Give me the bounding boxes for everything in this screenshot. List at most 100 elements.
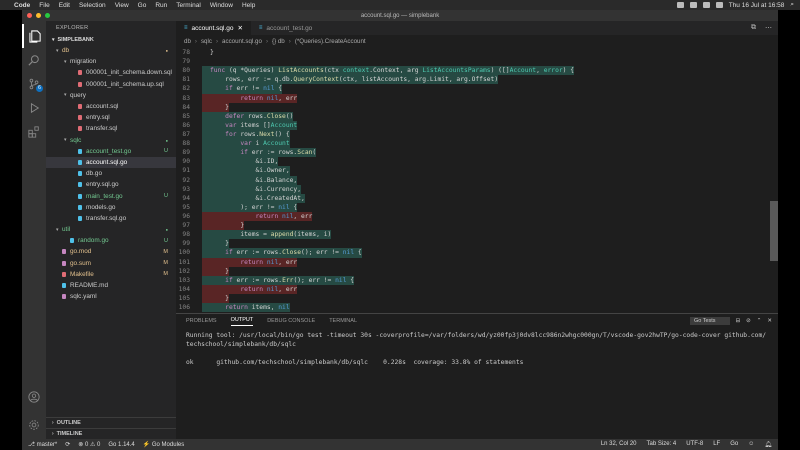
tree-file[interactable]: account_test.go U xyxy=(46,146,176,157)
chevron-right-icon: › xyxy=(52,420,54,426)
zoom-window-button[interactable] xyxy=(45,13,50,18)
lock-scroll-icon[interactable]: ⊟ xyxy=(736,318,741,324)
spotlight-icon[interactable]: ⌕ xyxy=(790,1,794,9)
editor-tab[interactable]: ≡ account_test.go xyxy=(251,21,320,35)
split-editor-icon[interactable]: ⧉ xyxy=(751,24,756,32)
tree-folder[interactable]: ▾ db ● xyxy=(46,45,176,56)
sync-icon[interactable]: ⟳ xyxy=(65,441,70,448)
file-icon xyxy=(62,260,66,266)
line-number: 102 xyxy=(178,267,190,275)
code-text: if err := rows.Err(); err != nil { xyxy=(202,275,355,285)
tree-folder[interactable]: ▾ sqlc ● xyxy=(46,135,176,146)
code-line: 98 items = append(items, i) xyxy=(176,230,778,240)
menu-item-window[interactable]: Window xyxy=(210,2,233,9)
menu-item-go[interactable]: Go xyxy=(138,2,147,9)
extensions-icon[interactable] xyxy=(22,120,46,144)
output-log[interactable]: Running tool: /usr/local/bin/go test -ti… xyxy=(176,328,778,367)
tree-file[interactable]: 000001_init_schema.up.sql xyxy=(46,79,176,90)
status-tray-icon[interactable] xyxy=(689,2,697,8)
tree-file[interactable]: transfer.sql.go xyxy=(46,213,176,224)
wifi-icon[interactable] xyxy=(702,2,710,8)
more-actions-icon[interactable]: ⋯ xyxy=(765,24,772,32)
account-icon[interactable] xyxy=(22,385,46,409)
breadcrumb-item[interactable]: account.sql.go xyxy=(222,38,262,45)
tree-file[interactable]: main_test.go U xyxy=(46,190,176,201)
git-status-badge: M xyxy=(163,248,168,255)
editor-scrollbar[interactable] xyxy=(770,201,778,261)
tree-folder[interactable]: ▾ query xyxy=(46,90,176,101)
panel-tab-output[interactable]: OUTPUT xyxy=(230,317,254,326)
tree-file[interactable]: go.sum M xyxy=(46,258,176,269)
close-icon[interactable]: ✕ xyxy=(237,24,242,32)
tree-file[interactable]: Makefile M xyxy=(46,269,176,280)
breadcrumb-item[interactable]: {} db xyxy=(272,38,285,45)
tree-file[interactable]: account.sql xyxy=(46,101,176,112)
output-channel-select[interactable]: Go Tests xyxy=(689,317,730,325)
search-icon[interactable] xyxy=(22,48,46,72)
tree-folder[interactable]: ▾ migration xyxy=(46,56,176,67)
status-tray-icon[interactable] xyxy=(676,2,684,8)
run-debug-icon[interactable] xyxy=(22,96,46,120)
maximize-panel-icon[interactable]: ⌃ xyxy=(757,318,762,324)
close-panel-icon[interactable]: ✕ xyxy=(767,318,772,324)
editor-tab[interactable]: ≡ account.sql.go ✕ xyxy=(176,21,251,35)
file-icon xyxy=(78,148,82,154)
tree-file[interactable]: random.go U xyxy=(46,235,176,246)
breadcrumb-item[interactable]: sqlc xyxy=(201,38,212,45)
clock[interactable]: Thu 16 Jul at 16:58 xyxy=(729,2,785,9)
tree-folder[interactable]: ▾ util ● xyxy=(46,224,176,235)
tree-file[interactable]: models.go xyxy=(46,202,176,213)
source-control-icon[interactable]: 6 xyxy=(22,72,46,96)
feedback-icon[interactable]: ☺ xyxy=(748,441,754,448)
panel-tab-debug-console[interactable]: DEBUG CONSOLE xyxy=(267,318,315,324)
line-number: 84 xyxy=(182,103,190,111)
clear-output-icon[interactable]: ⊘ xyxy=(746,318,751,324)
notifications-icon[interactable]: 🔔︎ xyxy=(764,441,772,448)
menu-item-selection[interactable]: Selection xyxy=(79,2,106,9)
tree-item-label: go.mod xyxy=(70,248,92,256)
settings-gear-icon[interactable] xyxy=(22,413,46,437)
close-window-button[interactable] xyxy=(27,13,32,18)
cursor-position[interactable]: Ln 32, Col 20 xyxy=(601,441,637,448)
breadcrumb-item[interactable]: db xyxy=(184,38,191,45)
menu-item-code[interactable]: Code xyxy=(14,2,30,9)
code-line: 94 &i.CreatedAt, xyxy=(176,193,778,203)
git-status-badge: U xyxy=(164,193,168,200)
line-number: 95 xyxy=(182,203,190,211)
menu-item-edit[interactable]: Edit xyxy=(59,2,70,9)
menu-item-help[interactable]: Help xyxy=(242,2,255,9)
code-view[interactable]: 78} 79 80 func (q *Queries) ListAccounts(ct… xyxy=(176,48,778,313)
explorer-icon[interactable] xyxy=(22,24,46,48)
menu-item-terminal[interactable]: Terminal xyxy=(176,2,201,9)
breadcrumb-item[interactable]: (*Queries).CreateAccount xyxy=(295,38,366,45)
end-of-line[interactable]: LF xyxy=(713,441,720,448)
tree-file[interactable]: entry.sql.go xyxy=(46,179,176,190)
battery-icon[interactable] xyxy=(715,2,723,8)
encoding[interactable]: UTF-8 xyxy=(686,441,703,448)
git-branch[interactable]: ⎇ master* xyxy=(28,441,57,448)
problems-count[interactable]: ⊗ 0 ⚠ 0 xyxy=(78,441,100,448)
tree-file[interactable]: entry.sql xyxy=(46,112,176,123)
menu-item-file[interactable]: File xyxy=(39,2,49,9)
menu-item-view[interactable]: View xyxy=(115,2,129,9)
code-text: defer rows.Close() xyxy=(202,111,294,121)
code-line: 81 rows, err := q.db.QueryContext(ctx, l… xyxy=(176,75,778,85)
tree-file[interactable]: account.sql.go xyxy=(46,156,176,169)
tree-file[interactable]: db.go xyxy=(46,168,176,179)
outline-section[interactable]: › OUTLINE xyxy=(46,417,176,428)
panel-tab-problems[interactable]: PROBLEMS xyxy=(186,318,217,324)
panel-tab-terminal[interactable]: TERMINAL xyxy=(329,318,357,324)
language-mode[interactable]: Go xyxy=(730,441,738,448)
tree-file[interactable]: README.md xyxy=(46,280,176,291)
go-version[interactable]: Go 1.14.4 xyxy=(108,442,134,448)
go-modules-indicator[interactable]: ⚡ Go Modules xyxy=(143,441,185,448)
tab-size[interactable]: Tab Size: 4 xyxy=(647,441,677,448)
workspace-folder-header[interactable]: ▾ SIMPLEBANK xyxy=(46,35,176,45)
tree-file[interactable]: 000001_init_schema.down.sql xyxy=(46,67,176,78)
timeline-section[interactable]: › TIMELINE xyxy=(46,428,176,439)
tree-file[interactable]: go.mod M xyxy=(46,246,176,257)
tree-file[interactable]: transfer.sql xyxy=(46,123,176,134)
tree-file[interactable]: sqlc.yaml xyxy=(46,291,176,302)
menu-item-run[interactable]: Run xyxy=(155,2,167,9)
minimize-window-button[interactable] xyxy=(36,13,41,18)
